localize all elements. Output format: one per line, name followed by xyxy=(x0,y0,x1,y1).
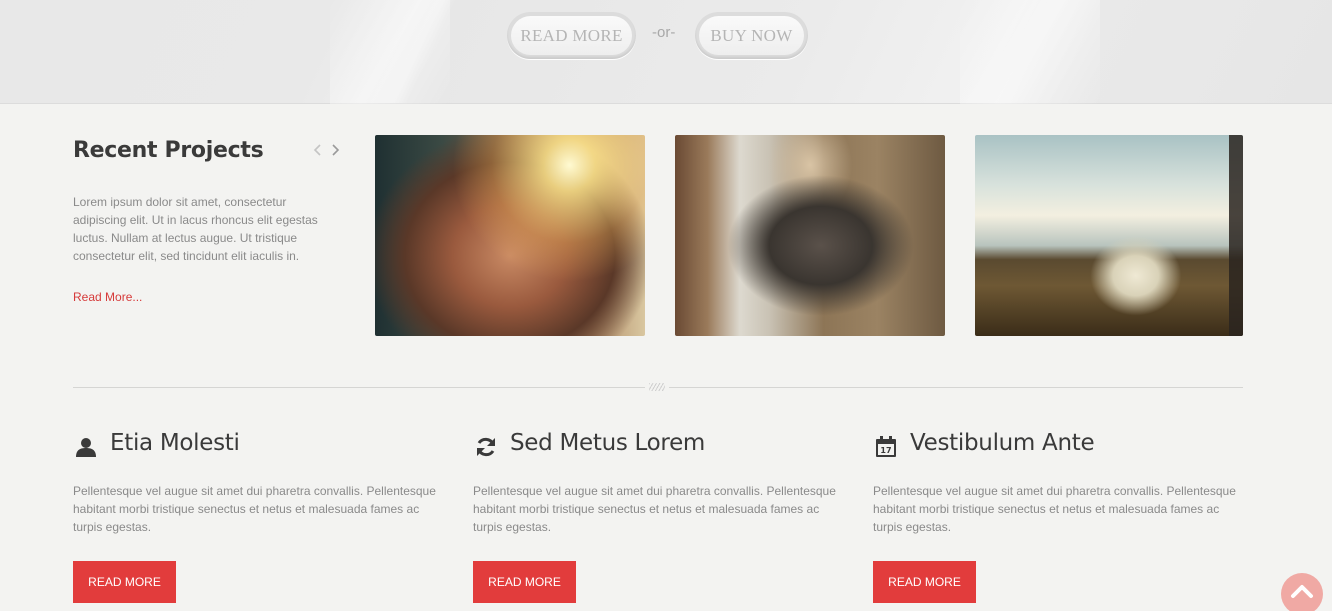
project-thumbnail[interactable] xyxy=(675,135,945,336)
chevron-right-icon[interactable] xyxy=(330,143,344,161)
feature-read-more-button[interactable]: READ MORE xyxy=(473,561,576,603)
top-banner: READ MORE -or- BUY NOW xyxy=(0,0,1332,104)
section-divider xyxy=(669,387,1243,388)
feature-read-more-button[interactable]: READ MORE xyxy=(73,561,176,603)
banner-light-streak xyxy=(960,0,1100,104)
feature-title: Sed Metus Lorem xyxy=(510,430,706,456)
recent-projects-description: Lorem ipsum dolor sit amet, consectetur … xyxy=(73,195,318,263)
calendar-day: 17 xyxy=(880,446,891,455)
or-separator: -or- xyxy=(652,24,676,41)
project-thumbnail[interactable] xyxy=(975,135,1243,336)
thumbnail-edge-overlay xyxy=(1229,135,1243,336)
feature-title: Etia Molesti xyxy=(110,430,240,456)
recent-projects-title: Recent Projects xyxy=(73,138,264,163)
calendar-icon: 17 xyxy=(875,436,897,458)
section-divider xyxy=(73,387,645,388)
chevron-left-icon[interactable] xyxy=(313,143,327,161)
feature-text: Pellentesque vel augue sit amet dui phar… xyxy=(473,484,836,534)
banner-read-more-button[interactable]: READ MORE xyxy=(507,12,636,59)
chevron-up-icon xyxy=(1291,585,1313,598)
feature-title: Vestibulum Ante xyxy=(910,430,1095,456)
user-icon xyxy=(75,436,97,458)
banner-read-more-label: READ MORE xyxy=(511,16,632,55)
recent-projects-read-more-link[interactable]: Read More... xyxy=(73,290,142,304)
banner-buy-now-button[interactable]: BUY NOW xyxy=(695,12,808,59)
banner-light-streak xyxy=(330,0,450,104)
banner-buy-now-label: BUY NOW xyxy=(699,16,804,55)
feature-read-more-button[interactable]: READ MORE xyxy=(873,561,976,603)
feature-text: Pellentesque vel augue sit amet dui phar… xyxy=(873,484,1236,534)
project-thumbnail[interactable] xyxy=(375,135,645,336)
feature-text: Pellentesque vel augue sit amet dui phar… xyxy=(73,484,436,534)
refresh-icon xyxy=(475,436,497,458)
divider-ornament xyxy=(649,383,665,391)
scroll-to-top-button[interactable] xyxy=(1281,573,1323,611)
